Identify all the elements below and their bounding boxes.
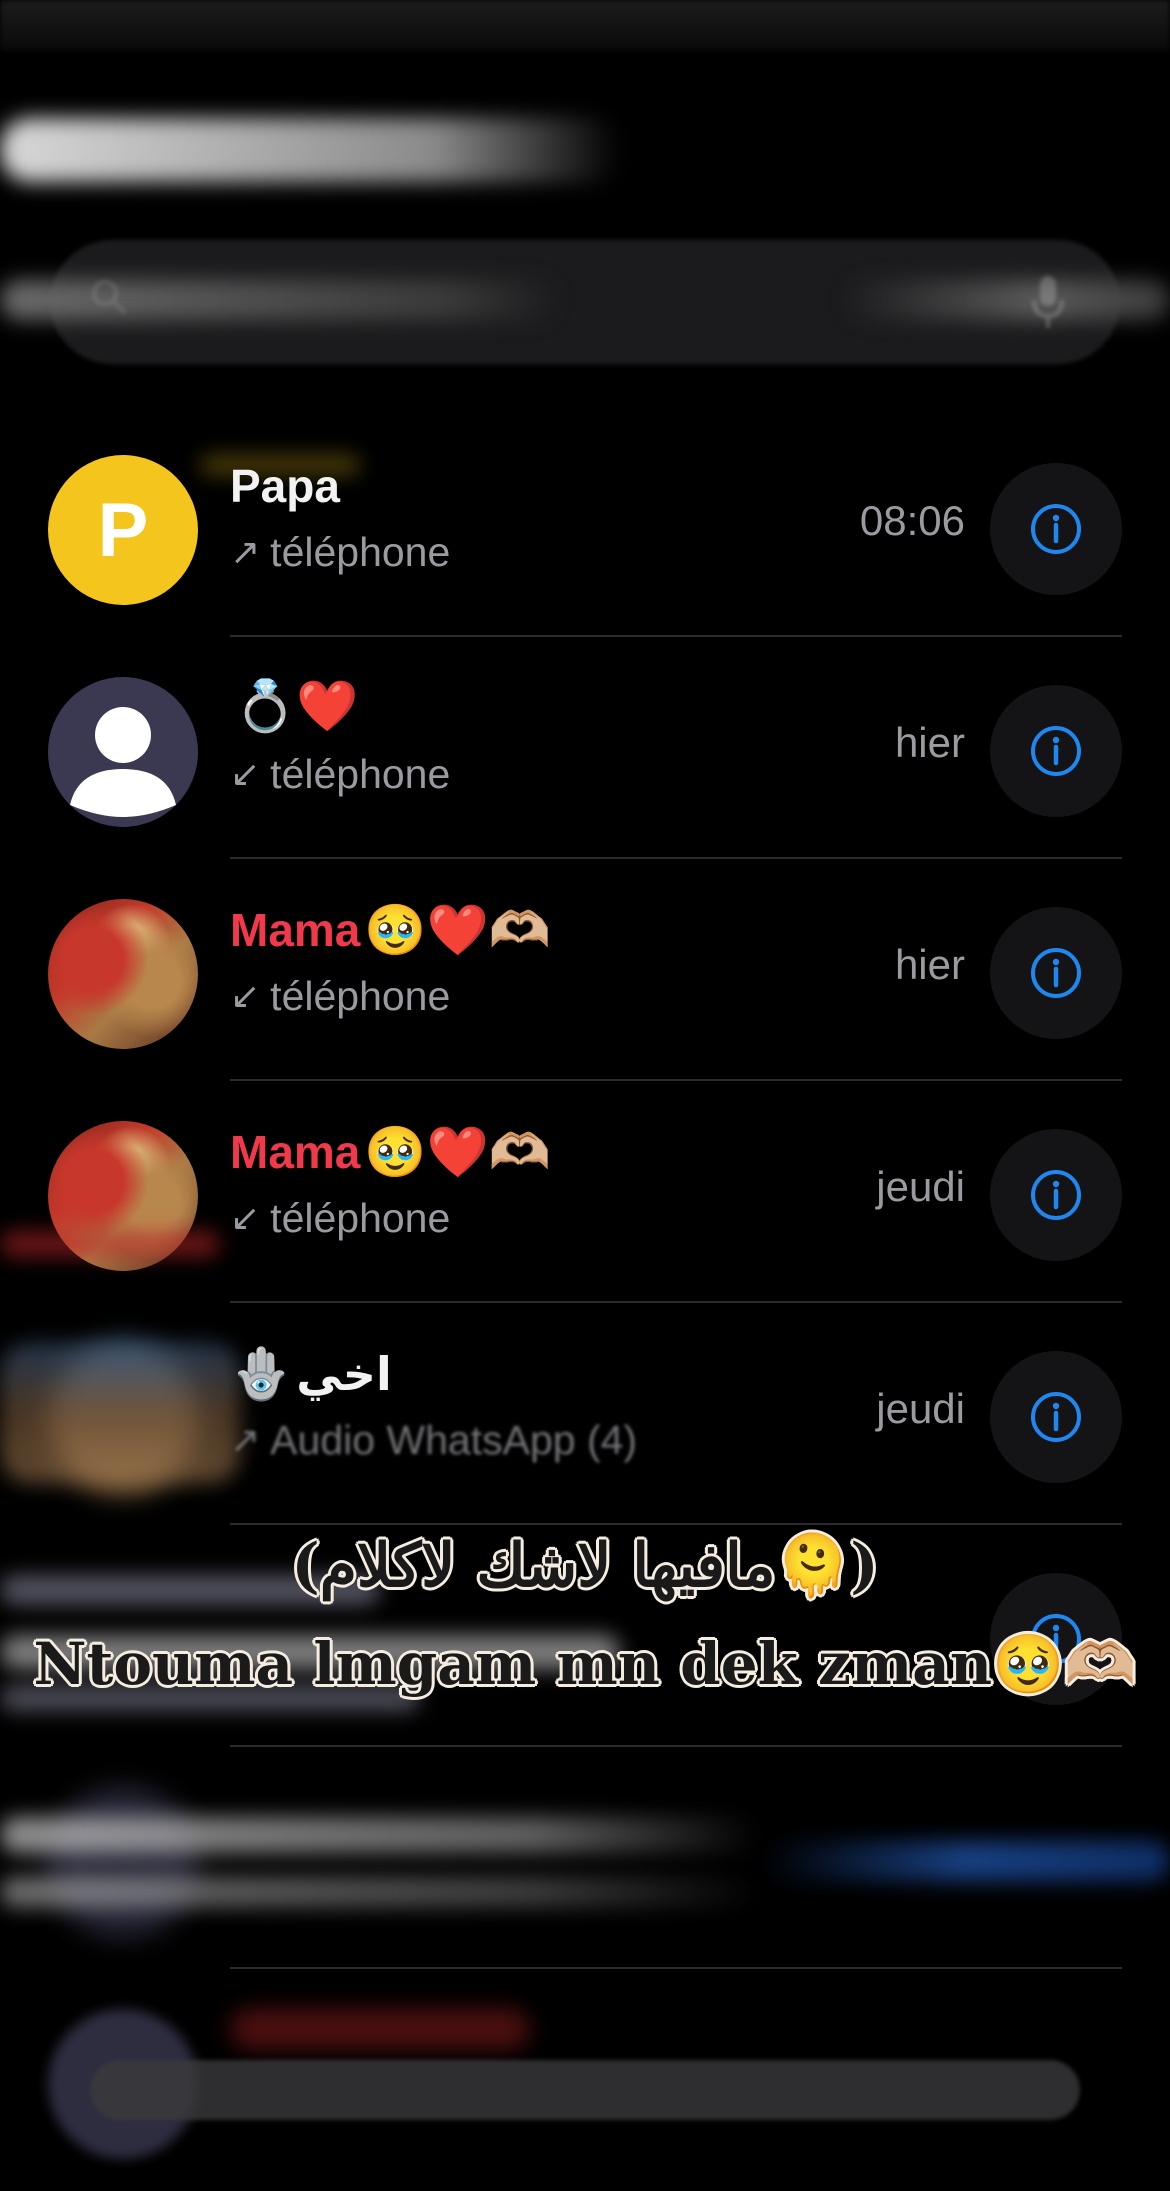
arrow-down-left-icon: ↙: [230, 754, 261, 795]
avatar-initial: P: [97, 487, 149, 573]
search-icon: [92, 280, 126, 314]
arrow-up-right-icon: ↗: [230, 1420, 261, 1461]
title-blurred: [0, 118, 620, 182]
arrow-up-right-icon: ↗: [230, 532, 261, 573]
call-row-papa[interactable]: P Papa ↗ téléphone 08:06: [0, 415, 1170, 637]
call-type-label: téléphone: [270, 529, 451, 575]
avatar: P: [48, 455, 198, 605]
call-time: jeudi: [876, 1385, 965, 1432]
call-type-label: téléphone: [270, 751, 451, 797]
info-icon: [1031, 1392, 1081, 1442]
avatar: [48, 677, 198, 827]
call-type-label: téléphone: [270, 1195, 451, 1241]
call-row-mama[interactable]: Mama 🥹❤️🫶🏼 ↙ téléphone hier: [0, 859, 1170, 1081]
call-type: ↗ Audio WhatsApp (4): [230, 1417, 637, 1464]
call-time: 08:06: [859, 497, 965, 544]
call-row-brother[interactable]: 🪬 اخي ↗ Audio WhatsApp (4) jeudi: [0, 1303, 1170, 1525]
name-emoji: 🥹❤️🫶🏼: [364, 901, 552, 959]
motion-streak: [0, 1343, 240, 1483]
info-icon: [1031, 504, 1081, 554]
call-type-label: téléphone: [270, 973, 451, 1019]
info-button[interactable]: [990, 1351, 1122, 1483]
contact-name-text: Papa: [230, 460, 340, 512]
call-type: ↙ téléphone: [230, 751, 450, 798]
motion-streak: [0, 1231, 220, 1257]
overlay-caption-latin: Ntouma lmgam mn dek zman🥹🫶🏼: [33, 1630, 1137, 1698]
search-streak: [0, 280, 560, 320]
contact-name: Mama 🥹❤️🫶🏼: [230, 1125, 551, 1179]
name-emoji: 🥹❤️🫶🏼: [364, 1123, 552, 1181]
avatar: [48, 1787, 198, 1937]
info-button[interactable]: [990, 685, 1122, 817]
ring-heart-emoji: 💍❤️: [234, 677, 359, 735]
contact-name-text: Mama: [230, 904, 361, 956]
info-icon: [1031, 948, 1081, 998]
call-time: hier: [894, 941, 965, 988]
status-bar-blurred: [0, 0, 1170, 50]
contact-name: Mama 🥹❤️🫶🏼: [230, 903, 551, 957]
microphone-icon[interactable]: [1028, 272, 1068, 332]
motion-streak: [0, 1817, 760, 1853]
info-icon: [1031, 726, 1081, 776]
call-time: jeudi: [876, 1163, 965, 1210]
contact-name: 💍❤️: [230, 681, 359, 731]
info-button[interactable]: [990, 463, 1122, 595]
overlay-caption-arabic: (مافيها لاشك لاكلام🫠): [291, 1531, 879, 1601]
arrow-down-left-icon: ↙: [230, 1198, 261, 1239]
motion-streak: [760, 1841, 1170, 1881]
person-placeholder-icon: [70, 707, 176, 817]
hamsa-emoji: 🪬: [230, 1345, 293, 1403]
call-type: ↙ téléphone: [230, 973, 450, 1020]
search-streak-right: [840, 280, 1170, 320]
call-row-ring-heart[interactable]: 💍❤️ ↙ téléphone hier: [0, 637, 1170, 859]
call-row-blurred[interactable]: [0, 1747, 1170, 1969]
contact-name-text: Mama: [230, 1126, 361, 1178]
contact-name: Papa: [230, 459, 340, 513]
info-icon: [1031, 1170, 1081, 1220]
bottom-bar-blurred: [90, 2060, 1080, 2120]
avatar-photo: [48, 899, 198, 1049]
contact-name-text: اخي: [296, 1348, 392, 1400]
motion-streak: [0, 1877, 760, 1907]
call-type: ↗ téléphone: [230, 529, 450, 576]
call-row-mama[interactable]: Mama 🥹❤️🫶🏼 ↙ téléphone jeudi: [0, 1081, 1170, 1303]
contact-name: 🪬 اخي: [230, 1347, 392, 1401]
arrow-down-left-icon: ↙: [230, 976, 261, 1017]
info-button[interactable]: [990, 1129, 1122, 1261]
info-button[interactable]: [990, 907, 1122, 1039]
call-time: hier: [894, 719, 965, 766]
call-type: ↙ téléphone: [230, 1195, 450, 1242]
motion-streak: [230, 2009, 530, 2049]
call-type-label: Audio WhatsApp (4): [270, 1417, 638, 1463]
